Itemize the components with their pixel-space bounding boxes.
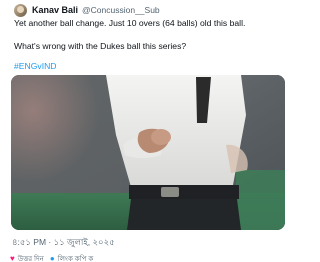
tweet-media-image[interactable]	[11, 75, 285, 230]
author-display-name[interactable]: Kanav Bali	[32, 5, 78, 15]
avatar[interactable]	[14, 3, 27, 17]
like-label: উত্তর দিন	[17, 256, 44, 262]
heart-icon[interactable]: ♥	[10, 255, 15, 262]
tweet-action-bar: ♥ উত্তর দিন ● লিংক কপি ক	[10, 254, 93, 262]
reply-action[interactable]: ● লিংক কপি ক	[50, 253, 93, 262]
hashtag-link[interactable]: #ENGvIND	[14, 61, 57, 71]
tweet-text-line-2: What's wrong with the Dukes ball this se…	[14, 41, 187, 51]
umpire-photo	[11, 75, 285, 230]
reply-label: লিংক কপি ক	[57, 256, 94, 262]
tweet-timestamp[interactable]: ৪:৫১ PM · ১১ জুলাই, ২০২৫	[12, 236, 115, 250]
tweet-text-line-1: Yet another ball change. Just 10 overs (…	[14, 18, 246, 28]
author-handle[interactable]: @Concussion__Sub	[82, 5, 160, 15]
tweet-header: Kanav Bali @Concussion__Sub	[14, 3, 160, 17]
reply-icon[interactable]: ●	[50, 255, 55, 262]
like-action[interactable]: ♥ উত্তর দিন	[10, 253, 44, 262]
tweet-card: Kanav Bali @Concussion__Sub Yet another …	[0, 0, 300, 262]
